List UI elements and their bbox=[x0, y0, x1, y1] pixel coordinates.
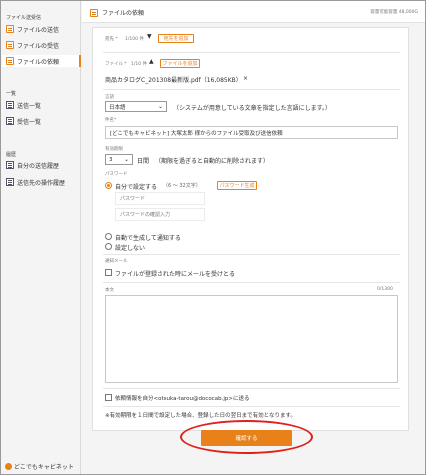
chevron-down-icon: ⌄ bbox=[123, 156, 129, 163]
password-input[interactable]: パスワード bbox=[115, 192, 205, 205]
page-title-text: ファイルの依頼 bbox=[102, 10, 145, 17]
app-logo[interactable]: どこでもキャビネット bbox=[5, 462, 74, 471]
notify-text: ファイルが登録された時にメールを受けとる bbox=[115, 271, 236, 278]
file-receive-icon bbox=[6, 41, 14, 49]
divider bbox=[103, 406, 400, 407]
subject-input[interactable]: [どこでもキャビネット] 大塚太郎 様からのファイル受取及び送信依頼 bbox=[105, 126, 398, 139]
remove-file-icon[interactable]: × bbox=[243, 75, 248, 82]
sidebar-section-list: 一覧 bbox=[6, 91, 17, 97]
sidebar-section-history: 履歴 bbox=[6, 152, 17, 158]
sidebar-item-label: ファイルの送信 bbox=[17, 26, 60, 34]
password-length-hint: （6 〜 32文字） bbox=[163, 183, 201, 189]
page-title: ファイルの依頼 bbox=[90, 8, 144, 17]
expiry-note: （期限を過ぎると自動的に削除されます） bbox=[155, 158, 270, 165]
sidebar-item-label: ファイルの受信 bbox=[17, 42, 60, 50]
divider bbox=[103, 52, 400, 53]
sidebar-item-label: 送信一覧 bbox=[17, 102, 42, 110]
sidebar-item-receive[interactable]: ファイルの受信 bbox=[6, 39, 59, 51]
password-none-radio[interactable] bbox=[105, 243, 112, 250]
divider bbox=[103, 254, 400, 255]
divider bbox=[103, 89, 400, 90]
file-count: 1/10 件 bbox=[131, 62, 148, 67]
request-form: 宛先 * 1/100 件 ▼ 宛先を追加 ファイル * 1/10 件 ▲ ファイ… bbox=[92, 27, 409, 431]
file-request-icon bbox=[6, 57, 14, 65]
sidebar-item-received-list[interactable]: 受信一覧 bbox=[6, 115, 41, 127]
list-icon bbox=[6, 117, 14, 125]
password-confirm-input[interactable]: パスワードの確認入力 bbox=[115, 208, 205, 221]
body-textarea[interactable] bbox=[105, 295, 398, 383]
file-request-icon bbox=[90, 8, 98, 17]
file-send-icon bbox=[6, 25, 14, 33]
sidebar-item-recipient-history[interactable]: 送信先の操作履歴 bbox=[6, 176, 65, 188]
sidebar-item-label: 送信先の操作履歴 bbox=[17, 179, 66, 187]
password-label: パスワード bbox=[105, 172, 128, 177]
body-counter: 0/1300 bbox=[377, 287, 393, 292]
subject-label: 件名* bbox=[105, 118, 117, 123]
logo-icon bbox=[5, 463, 12, 470]
quota-text: 容量可能容量 48,000G bbox=[370, 10, 418, 15]
highlight-circle bbox=[180, 420, 313, 454]
password-self-label: 自分で設定する bbox=[115, 184, 158, 191]
file-name: 商品カタログC_201308最新版.pdf（16,085KB） bbox=[105, 77, 242, 84]
copy-to-self-checkbox[interactable] bbox=[105, 394, 112, 401]
add-recipient-button[interactable]: 宛先を追加 bbox=[158, 34, 194, 43]
language-value: 日本語 bbox=[109, 104, 126, 111]
recipient-label: 宛先 * bbox=[105, 37, 118, 42]
password-self-radio[interactable] bbox=[105, 182, 112, 189]
password-auto-radio[interactable] bbox=[105, 233, 112, 240]
generate-password-button[interactable]: パスワード生成 bbox=[217, 181, 257, 190]
sidebar-item-label: ファイルの依頼 bbox=[17, 58, 60, 66]
sidebar-item-my-history[interactable]: 自分の送信履歴 bbox=[6, 159, 59, 171]
sidebar: ファイル送受信 ファイルの送信 ファイルの受信 ファイルの依頼 一覧 送信一覧 … bbox=[1, 1, 81, 474]
history-icon bbox=[6, 178, 14, 186]
sidebar-item-send[interactable]: ファイルの送信 bbox=[6, 23, 59, 35]
divider bbox=[103, 388, 400, 389]
file-label: ファイル * bbox=[105, 62, 127, 67]
chevron-down-icon: ⌄ bbox=[157, 103, 163, 110]
expiry-value: 3 bbox=[109, 156, 113, 163]
notify-label: 通知メール bbox=[105, 259, 128, 264]
header: ファイルの依頼 容量可能容量 48,000G bbox=[82, 1, 425, 23]
file-collapse-icon[interactable]: ▲ bbox=[149, 58, 154, 65]
list-icon bbox=[6, 101, 14, 109]
expiry-label: 有効期限 bbox=[105, 147, 123, 152]
expiry-notice: ※有効期限を１日間で設定した場合、登録した日の翌日まで有効となります。 bbox=[105, 413, 296, 419]
expiry-unit: 日間 bbox=[137, 158, 150, 165]
sidebar-item-label: 受信一覧 bbox=[17, 118, 42, 126]
notify-checkbox[interactable] bbox=[105, 269, 112, 276]
recipient-count: 1/100 件 bbox=[125, 37, 144, 42]
sidebar-item-request[interactable]: ファイルの依頼 bbox=[2, 55, 81, 67]
recipient-toggle-icon[interactable]: ▼ bbox=[147, 33, 152, 40]
language-label: 言語 bbox=[105, 95, 114, 100]
sidebar-item-sent-list[interactable]: 送信一覧 bbox=[6, 99, 41, 111]
sidebar-item-label: 自分の送信履歴 bbox=[17, 162, 60, 170]
copy-to-self-text: 依頼情報を自分<otsuka-tarou@dococab.jp>に送る bbox=[115, 396, 250, 402]
language-note: （システムが用意している文章を指定した言語にします。） bbox=[173, 105, 332, 112]
password-none-label: 設定しない bbox=[115, 245, 146, 252]
sidebar-section-send: ファイル送受信 bbox=[6, 15, 42, 21]
body-label: 本文 bbox=[105, 288, 114, 293]
add-file-button[interactable]: ファイルを追加 bbox=[160, 59, 200, 68]
language-select[interactable]: 日本語 ⌄ bbox=[105, 101, 167, 112]
expiry-select[interactable]: 3 ⌄ bbox=[105, 154, 133, 165]
divider bbox=[103, 282, 400, 283]
history-icon bbox=[6, 161, 14, 169]
password-auto-label: 自動で生成して通知する bbox=[115, 235, 181, 242]
logo-text: どこでもキャビネット bbox=[14, 464, 74, 471]
